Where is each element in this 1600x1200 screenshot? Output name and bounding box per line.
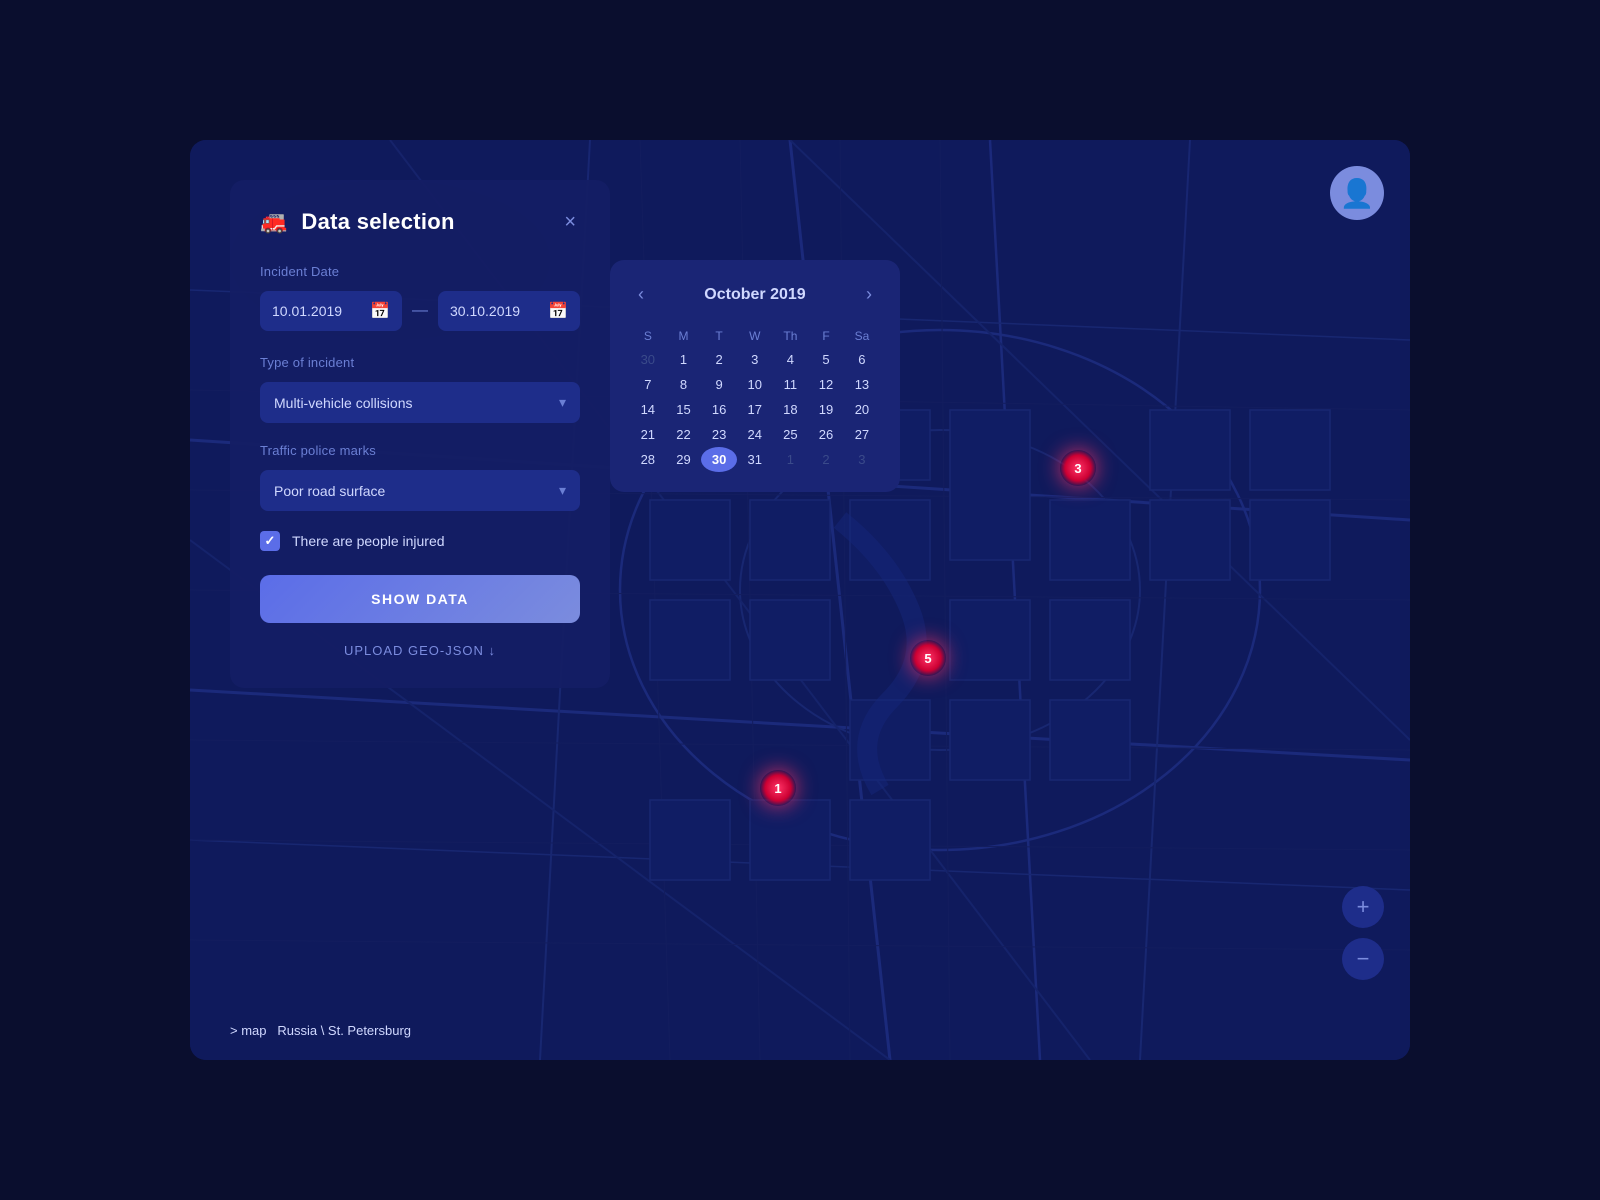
day-header-m: M	[666, 325, 702, 347]
calendar-week: 14151617181920	[630, 397, 880, 422]
calendar-day[interactable]: 10	[737, 372, 773, 397]
date-separator: —	[412, 302, 428, 320]
main-container: 👤 7 3 5 1 🚒 Data selection × Incident Da…	[190, 140, 1410, 1060]
date-from-value: 10.01.2019	[272, 303, 342, 319]
calendar-day[interactable]: 27	[844, 422, 880, 447]
calendar-day[interactable]: 31	[737, 447, 773, 472]
close-button[interactable]: ×	[560, 208, 580, 236]
calendar-day[interactable]: 11	[773, 372, 809, 397]
calendar-next-button[interactable]: ›	[858, 280, 880, 309]
traffic-marks-value: Poor road surface	[274, 483, 385, 499]
calendar-day[interactable]: 21	[630, 422, 666, 447]
calendar-popup: ‹ October 2019 › S M T W Th F Sa 3012345…	[610, 260, 900, 492]
chevron-down-icon: ▾	[559, 394, 566, 411]
truck-icon: 🚒	[260, 209, 287, 235]
day-header-t: T	[701, 325, 737, 347]
calendar-day[interactable]: 4	[773, 347, 809, 372]
user-avatar[interactable]: 👤	[1330, 166, 1384, 220]
day-header-f: F	[808, 325, 844, 347]
calendar-week: 78910111213	[630, 372, 880, 397]
incident-type-value: Multi-vehicle collisions	[274, 395, 413, 411]
panel-title-group: 🚒 Data selection	[260, 209, 455, 235]
day-header-th: Th	[773, 325, 809, 347]
calendar-week: 21222324252627	[630, 422, 880, 447]
date-from-input[interactable]: 10.01.2019 📅	[260, 291, 402, 331]
calendar-day[interactable]: 20	[844, 397, 880, 422]
injured-label: There are people injured	[292, 533, 445, 549]
date-to-input[interactable]: 30.10.2019 📅	[438, 291, 580, 331]
calendar-day[interactable]: 23	[701, 422, 737, 447]
calendar-day[interactable]: 1	[666, 347, 702, 372]
day-header-w: W	[737, 325, 773, 347]
calendar-from-icon: 📅	[370, 301, 390, 321]
show-data-button[interactable]: SHOW DATA	[260, 575, 580, 623]
calendar-week: 30123456	[630, 347, 880, 372]
calendar-day[interactable]: 26	[808, 422, 844, 447]
breadcrumb-prefix: > map	[230, 1023, 267, 1038]
panel-title: Data selection	[301, 209, 454, 235]
upload-geo-json-link[interactable]: UPLOAD GEO-JSON ↓	[260, 643, 580, 658]
avatar-image: 👤	[1340, 177, 1375, 210]
calendar-prev-button[interactable]: ‹	[630, 280, 652, 309]
calendar-day[interactable]: 12	[808, 372, 844, 397]
calendar-month-year: October 2019	[704, 286, 805, 304]
map-marker-3[interactable]: 3	[1060, 450, 1096, 486]
day-header-s: S	[630, 325, 666, 347]
zoom-in-button[interactable]: +	[1342, 886, 1384, 928]
traffic-police-label: Traffic police marks	[260, 443, 580, 458]
breadcrumb-path: Russia \ St. Petersburg	[277, 1023, 411, 1038]
calendar-header: ‹ October 2019 ›	[630, 280, 880, 309]
calendar-day[interactable]: 6	[844, 347, 880, 372]
calendar-day[interactable]: 18	[773, 397, 809, 422]
calendar-day[interactable]: 17	[737, 397, 773, 422]
map-controls: + −	[1342, 886, 1384, 980]
calendar-day[interactable]: 29	[666, 447, 702, 472]
check-icon: ✓	[265, 533, 276, 549]
calendar-to-icon: 📅	[548, 301, 568, 321]
traffic-marks-dropdown[interactable]: Poor road surface ▾	[260, 470, 580, 511]
calendar-day[interactable]: 9	[701, 372, 737, 397]
calendar-day[interactable]: 8	[666, 372, 702, 397]
calendar-body: 3012345678910111213141516171819202122232…	[630, 347, 880, 472]
date-to-value: 30.10.2019	[450, 303, 520, 319]
calendar-day[interactable]: 5	[808, 347, 844, 372]
calendar-day[interactable]: 13	[844, 372, 880, 397]
calendar-day[interactable]: 14	[630, 397, 666, 422]
chevron-down-icon-2: ▾	[559, 482, 566, 499]
data-selection-panel: 🚒 Data selection × Incident Date 10.01.2…	[230, 180, 610, 688]
incident-type-dropdown[interactable]: Multi-vehicle collisions ▾	[260, 382, 580, 423]
zoom-out-button[interactable]: −	[1342, 938, 1384, 980]
calendar-day[interactable]: 25	[773, 422, 809, 447]
calendar-day[interactable]: 7	[630, 372, 666, 397]
day-header-sa: Sa	[844, 325, 880, 347]
type-of-incident-label: Type of incident	[260, 355, 580, 370]
injured-checkbox-row: ✓ There are people injured	[260, 531, 580, 551]
calendar-day[interactable]: 3	[844, 447, 880, 472]
calendar-day[interactable]: 1	[773, 447, 809, 472]
calendar-day[interactable]: 16	[701, 397, 737, 422]
breadcrumb: > map Russia \ St. Petersburg	[230, 1023, 411, 1038]
calendar-day[interactable]: 28	[630, 447, 666, 472]
calendar-day[interactable]: 3	[737, 347, 773, 372]
calendar-day[interactable]: 24	[737, 422, 773, 447]
calendar-week: 28293031123	[630, 447, 880, 472]
calendar-days-header: S M T W Th F Sa	[630, 325, 880, 347]
panel-header: 🚒 Data selection ×	[260, 208, 580, 236]
map-marker-5[interactable]: 5	[910, 640, 946, 676]
calendar-day[interactable]: 19	[808, 397, 844, 422]
calendar-day[interactable]: 30	[701, 447, 737, 472]
calendar-day[interactable]: 30	[630, 347, 666, 372]
calendar-day[interactable]: 2	[808, 447, 844, 472]
calendar-grid: S M T W Th F Sa 301234567891011121314151…	[630, 325, 880, 472]
date-range-row: 10.01.2019 📅 — 30.10.2019 📅	[260, 291, 580, 331]
calendar-day[interactable]: 2	[701, 347, 737, 372]
incident-date-label: Incident Date	[260, 264, 580, 279]
calendar-day[interactable]: 15	[666, 397, 702, 422]
calendar-day[interactable]: 22	[666, 422, 702, 447]
injured-checkbox[interactable]: ✓	[260, 531, 280, 551]
map-marker-1[interactable]: 1	[760, 770, 796, 806]
